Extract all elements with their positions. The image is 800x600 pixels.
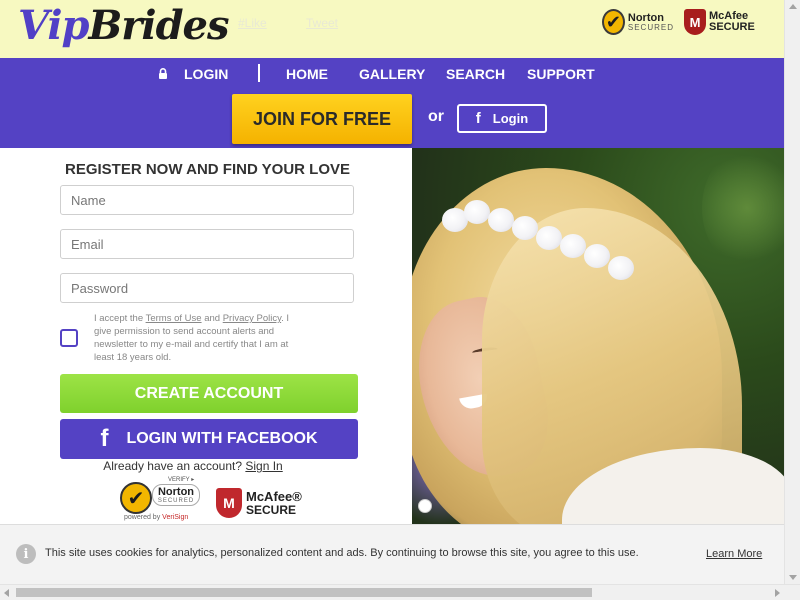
login-with-facebook-label: LOGIN WITH FACEBOOK (126, 430, 318, 447)
registration-form: REGISTER NOW AND FIND YOUR LOVE I accept… (0, 148, 412, 526)
cookie-text: This site uses cookies for analytics, pe… (45, 547, 639, 559)
scroll-right-arrow-icon[interactable] (775, 589, 780, 597)
verify-label: VERIFY ▸ (168, 477, 195, 483)
norton-label: Norton SECURED (152, 484, 200, 506)
norton-check-icon: ✔ (120, 482, 152, 514)
powered-by-text: powered by (124, 514, 161, 521)
facebook-icon: f (100, 425, 109, 452)
mcafee-secure-badge[interactable]: M McAfee SECURE (684, 8, 756, 36)
nav-support[interactable]: SUPPORT (527, 66, 595, 82)
scroll-left-arrow-icon[interactable] (4, 589, 9, 597)
mcafee-name: McAfee® (246, 488, 302, 504)
tweet-link[interactable]: Tweet (306, 16, 338, 30)
facebook-login-label: Login (492, 111, 529, 126)
mcafee-sub: SECURE (246, 502, 297, 517)
main-nav: LOGIN HOME GALLERY SEARCH SUPPORT JOIN F… (0, 58, 784, 148)
flower-crown-flower (464, 200, 490, 224)
site-logo[interactable]: VipBrides (18, 2, 230, 49)
powered-by-verisign: powered by VeriSign (124, 514, 188, 521)
norton-verify-badge[interactable]: VERIFY ▸ ✔ Norton SECURED powered by Ver… (120, 476, 204, 524)
flower-crown-flower (488, 208, 514, 232)
hero-photo (412, 148, 784, 526)
nav-gallery[interactable]: GALLERY (359, 66, 425, 82)
foliage-bokeh (702, 148, 784, 268)
slide-indicator-dot[interactable] (418, 499, 432, 513)
learn-more-link[interactable]: Learn More (706, 548, 762, 560)
already-account-text: Already have an account? (103, 459, 243, 473)
norton-check-icon: ✔ (602, 9, 625, 35)
like-link[interactable]: #Like (238, 16, 267, 30)
nav-row: LOGIN HOME GALLERY SEARCH SUPPORT (0, 58, 784, 90)
norton-sub: SECURED (157, 497, 195, 504)
flower-crown-flower (560, 234, 586, 258)
top-header: VipBrides #Like Tweet ✔ Norton SECURED M… (0, 0, 784, 58)
horizontal-scrollbar[interactable] (0, 584, 800, 600)
norton-badge-text: Norton SECURED (627, 11, 674, 32)
norton-badge-sub: SECURED (627, 22, 674, 32)
cookie-banner: i This site uses cookies for analytics, … (0, 524, 800, 584)
register-title: REGISTER NOW AND FIND YOUR LOVE (65, 161, 351, 178)
norton-secured-badge[interactable]: ✔ Norton SECURED (602, 8, 674, 36)
nav-divider (258, 64, 260, 82)
vertical-scrollbar[interactable] (784, 0, 800, 584)
flower-crown-flower (512, 216, 538, 240)
verisign-text: VeriSign (162, 514, 189, 521)
sign-in-link[interactable]: Sign In (245, 459, 282, 473)
login-with-facebook-button[interactable]: f LOGIN WITH FACEBOOK (60, 419, 358, 459)
or-label: or (428, 108, 444, 125)
email-input[interactable] (60, 229, 354, 259)
name-input[interactable] (60, 185, 354, 215)
flower-crown-flower (584, 244, 610, 268)
nav-home[interactable]: HOME (286, 66, 328, 82)
lock-icon (159, 68, 167, 79)
consent-checkbox[interactable] (60, 329, 78, 347)
mcafee-shield-icon: M (216, 488, 242, 518)
create-account-button[interactable]: CREATE ACCOUNT (60, 374, 358, 413)
norton-badge-name: Norton (627, 11, 664, 24)
privacy-policy-link[interactable]: Privacy Policy (223, 313, 281, 324)
mcafee-badge-sub: SECURE (709, 21, 755, 33)
nav-search[interactable]: SEARCH (446, 66, 505, 82)
already-account-line: Already have an account? Sign In (0, 459, 386, 473)
consent-text: I accept the Terms of Use and Privacy Po… (94, 312, 306, 364)
join-for-free-button[interactable]: JOIN FOR FREE (232, 94, 412, 144)
flower-crown-flower (608, 256, 634, 280)
mcafee-secure-badge-large[interactable]: M McAfee® SECURE (216, 486, 306, 520)
mcafee-badge-text: McAfee SECURE (709, 11, 755, 33)
flower-crown-flower (536, 226, 562, 250)
consent-and: and (201, 313, 223, 324)
norton-name: Norton (157, 485, 195, 498)
horizontal-scroll-thumb[interactable] (16, 588, 592, 597)
password-input[interactable] (60, 273, 354, 303)
page: VipBrides #Like Tweet ✔ Norton SECURED M… (0, 0, 800, 600)
info-icon: i (16, 544, 36, 564)
mcafee-shield-icon: M (684, 9, 706, 35)
nav-login[interactable]: LOGIN (184, 66, 228, 82)
scroll-up-arrow-icon[interactable] (789, 4, 797, 9)
facebook-login-button[interactable]: f Login (457, 104, 547, 133)
logo-part-vip: Vip (18, 2, 89, 49)
terms-of-use-link[interactable]: Terms of Use (146, 313, 202, 324)
logo-part-brides: Brides (88, 2, 230, 49)
mcafee-text: McAfee® SECURE (246, 490, 302, 516)
consent-part1: I accept the (94, 313, 146, 324)
facebook-icon: f (475, 110, 481, 127)
scroll-down-arrow-icon[interactable] (789, 575, 797, 580)
